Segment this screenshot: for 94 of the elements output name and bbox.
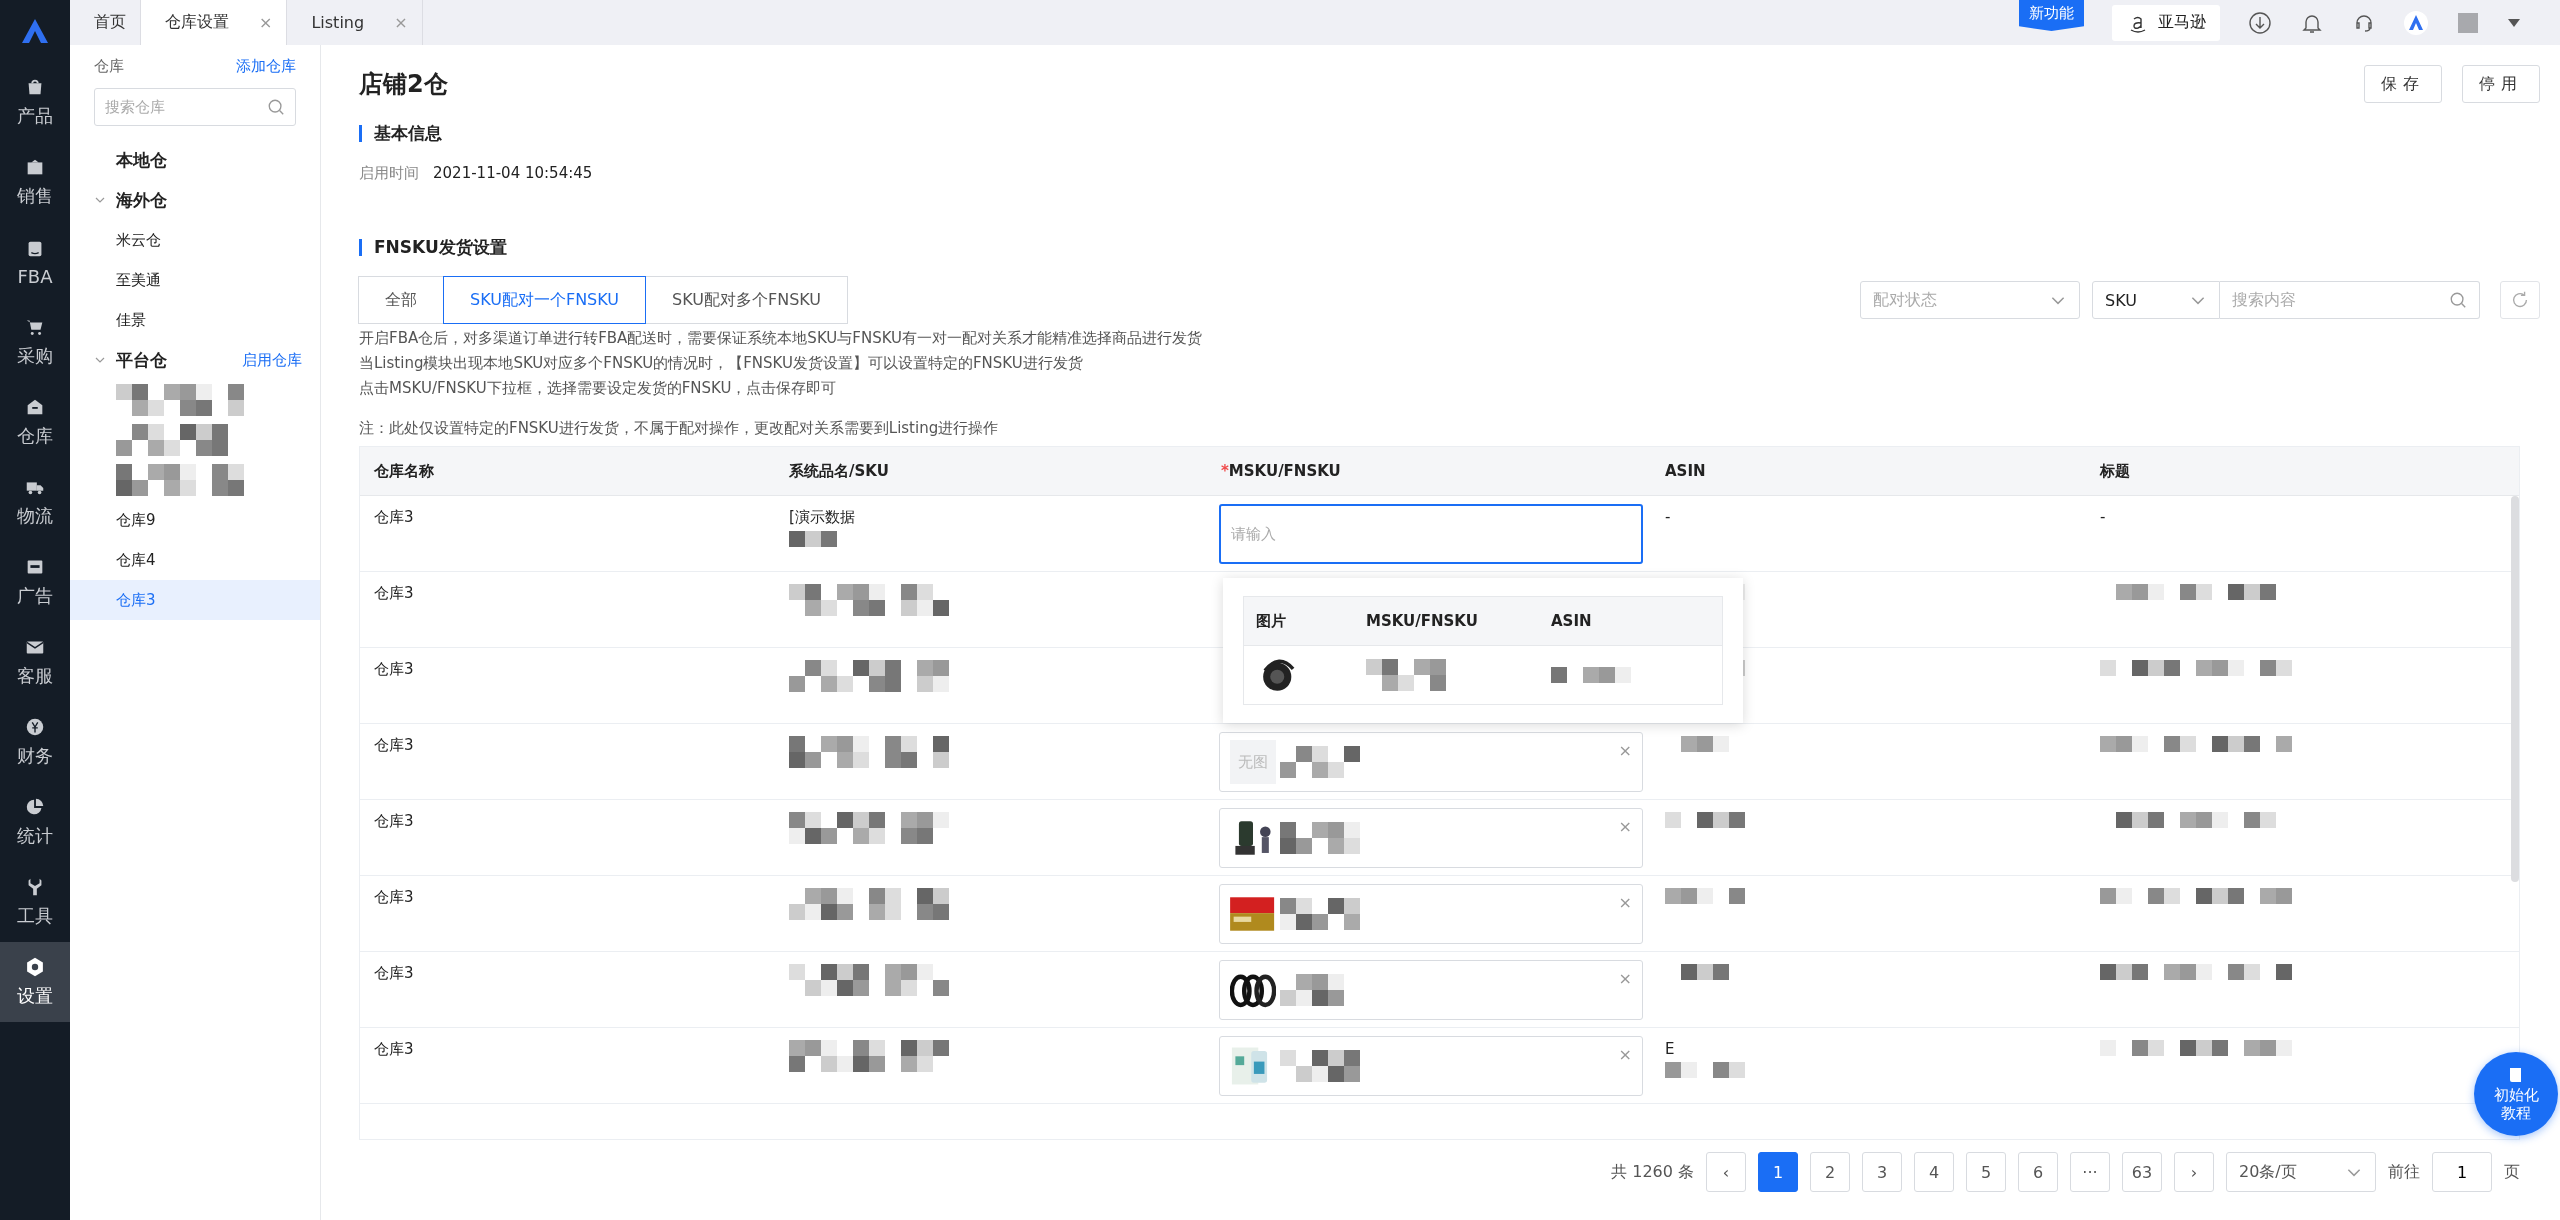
platform-button[interactable]: 亚马逊 — [2112, 4, 2220, 41]
column-header: 系统品名/SKU — [788, 461, 890, 481]
nav-item[interactable]: 采购 — [0, 302, 70, 382]
help-text: 点击MSKU/FNSKU下拉框，选择需要设定发货的FNSKU，点击保存即可 — [359, 378, 838, 399]
segment-tab[interactable]: 全部 — [358, 276, 444, 324]
column-header: 图片 — [1255, 611, 1287, 631]
nav-item[interactable]: 工具 — [0, 862, 70, 942]
page-button[interactable]: 3 — [1862, 1152, 1902, 1192]
previous-page-button[interactable]: ‹ — [1706, 1152, 1746, 1192]
page-number-field[interactable]: 1 — [2432, 1152, 2492, 1192]
table-cell: - — [1665, 508, 1671, 526]
caret-icon[interactable] — [2508, 18, 2520, 27]
nav-item[interactable]: 广告 — [0, 542, 70, 622]
column-header: MSKU/FNSKU — [1365, 612, 1479, 630]
enable-warehouse-link[interactable]: 启用仓库 — [242, 350, 302, 370]
yen-icon — [24, 716, 46, 738]
scrollbar[interactable] — [2511, 496, 2519, 882]
nav-item[interactable]: 客服 — [0, 622, 70, 702]
add-warehouse-link[interactable]: 添加仓库 — [236, 57, 296, 76]
table-cell: 仓库3 — [374, 812, 414, 831]
table-cell: 仓库3 — [374, 508, 414, 527]
column-header: *MSKU/FNSKU — [1220, 462, 1342, 480]
tree-group-label[interactable]: 海外仓 — [116, 188, 167, 212]
table-cell: 仓库3 — [374, 888, 414, 907]
column-header: ASIN — [1550, 612, 1593, 630]
field-value: 2021-11-04 10:54:45 — [433, 164, 593, 183]
next-page-button[interactable]: › — [2174, 1152, 2214, 1192]
search-icon — [267, 98, 285, 116]
table-cell: - — [2100, 508, 2106, 526]
new-feature-badge[interactable]: 新功能 — [2019, 0, 2084, 31]
total-count: 共 1260 条 — [1611, 1161, 1694, 1183]
help-text: 开启FBA仓后，对多渠道订单进行转FBA配送时，需要保证系统本地SKU与FNSKU有一对一配对关系才能精准选择商品进行发货 — [359, 328, 1204, 349]
save-button[interactable]: 保存 — [2364, 65, 2442, 103]
clear-icon: × — [1618, 1045, 1632, 1064]
app-logo-icon[interactable] — [2404, 10, 2428, 35]
page-title: 店铺2仓 — [359, 69, 448, 100]
nav-item[interactable]: 仓库 — [0, 382, 70, 462]
warehouse-item[interactable]: 佳景 — [70, 300, 320, 340]
column-header: 标题 — [2098, 461, 2131, 481]
page-button[interactable]: 63 — [2122, 1152, 2162, 1192]
nav-item[interactable]: 产品 — [0, 62, 70, 142]
page-button[interactable]: 4 — [1914, 1152, 1954, 1192]
nav-item[interactable]: FBA — [0, 222, 70, 302]
search-icon — [2449, 291, 2467, 309]
table-cell: [演示数据 — [789, 508, 855, 527]
table-cell: E — [1665, 1040, 1675, 1058]
page-size-select[interactable]: 20条/页 — [2226, 1152, 2376, 1192]
logo-icon[interactable] — [20, 17, 50, 45]
clear-icon: × — [1618, 893, 1632, 912]
table-cell: 仓库3 — [374, 660, 414, 679]
avatar-icon[interactable] — [2456, 10, 2480, 35]
help-text: 当Listing模块出现本地SKU对应多个FNSKU的情况时，【FNSKU发货设置】可以设置特定的FNSKU进行发货 — [359, 353, 1084, 374]
page-button[interactable]: 1 — [1758, 1152, 1798, 1192]
tutorial-button[interactable]: 初始化教程 — [2474, 1052, 2558, 1136]
clear-icon: × — [1618, 741, 1632, 760]
panel-title: 仓库 — [94, 57, 124, 76]
table-cell: 仓库3 — [374, 964, 414, 983]
page-button[interactable]: ··· — [2070, 1152, 2110, 1192]
nav-item[interactable]: 销售 — [0, 142, 70, 222]
nav-item[interactable]: 设置 — [0, 942, 70, 1022]
column-header: ASIN — [1664, 462, 1707, 480]
warehouse-item[interactable]: 仓库9 — [70, 500, 320, 540]
clear-icon: × — [1618, 969, 1632, 988]
goto-label: 前往 — [2388, 1161, 2420, 1183]
tree-group-label[interactable]: 平台仓 — [116, 348, 167, 372]
page-button[interactable]: 6 — [2018, 1152, 2058, 1192]
table-cell: 仓库3 — [374, 584, 414, 603]
section-heading: 基本信息 — [359, 125, 2540, 142]
segment-tab[interactable]: SKU配对一个FNSKU — [443, 276, 647, 324]
disable-button[interactable]: 停用 — [2462, 65, 2540, 103]
warehouse-item[interactable]: 仓库3 — [70, 580, 320, 620]
table-cell: 仓库3 — [374, 1040, 414, 1059]
page-tab[interactable]: 仓库设置 × — [141, 0, 288, 45]
field-label: 启用时间 — [359, 164, 419, 183]
field-select[interactable]: SKU — [2092, 281, 2220, 319]
nav-item[interactable]: 统计 — [0, 782, 70, 862]
tree-group-label[interactable]: 本地仓 — [116, 148, 167, 172]
warehouse-item[interactable]: 至美通 — [70, 260, 320, 300]
warehouse-item[interactable]: 米云仓 — [70, 220, 320, 260]
nav-item[interactable]: 财务 — [0, 702, 70, 782]
note-text: 注：此处仅设置特定的FNSKU进行发货，不属于配对操作，更改配对关系需要到Listing进行操作 — [359, 419, 1000, 438]
clear-icon: × — [1618, 817, 1632, 836]
nav-item[interactable]: 物流 — [0, 462, 70, 542]
page-suffix: 页 — [2504, 1161, 2520, 1183]
page-tab[interactable]: Listing × — [287, 0, 423, 45]
section-heading: FNSKU发货设置 — [359, 239, 2540, 256]
page-button[interactable]: 2 — [1810, 1152, 1850, 1192]
download-icon[interactable] — [2248, 10, 2272, 35]
warehouse-item[interactable]: 仓库4 — [70, 540, 320, 580]
settings-icon — [24, 956, 46, 978]
column-header: 仓库名称 — [373, 461, 435, 481]
table-cell: 仓库3 — [374, 736, 414, 755]
segment-tab[interactable]: SKU配对多个FNSKU — [645, 276, 849, 324]
page-button[interactable]: 5 — [1966, 1152, 2006, 1192]
